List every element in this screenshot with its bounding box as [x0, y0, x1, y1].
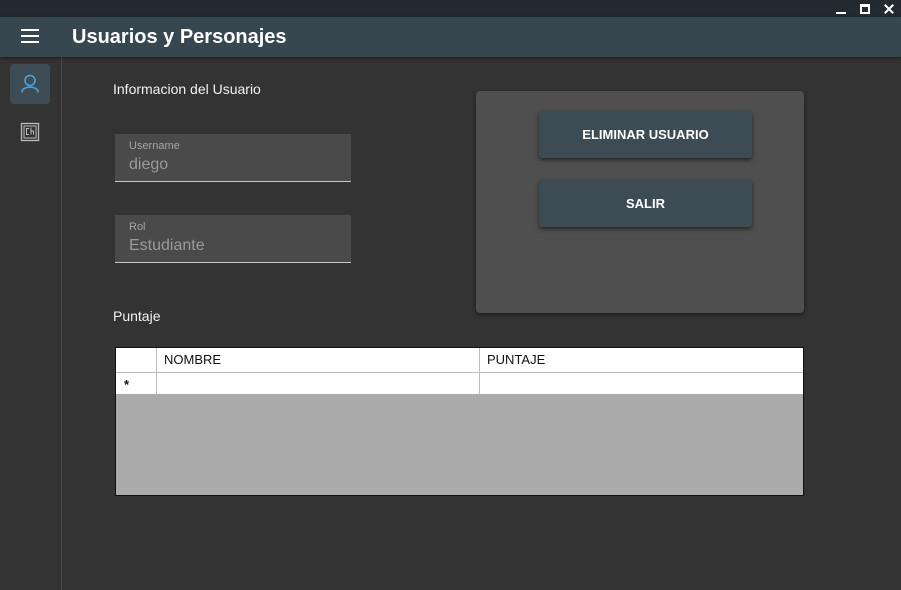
window-controls: [835, 0, 895, 17]
sidebar-item-personajes[interactable]: [10, 112, 50, 152]
window-titlebar: [0, 0, 901, 17]
characters-icon: [20, 122, 40, 142]
maximize-icon[interactable]: [859, 3, 871, 15]
row-header[interactable]: *: [116, 373, 157, 394]
sidebar: [0, 57, 62, 590]
username-value: diego: [129, 156, 169, 173]
row-header-corner: [116, 348, 157, 372]
close-icon[interactable]: [883, 3, 895, 15]
app-bar: Usuarios y Personajes: [0, 17, 901, 57]
exit-button[interactable]: SALIR: [539, 180, 752, 227]
nombre-cell[interactable]: [157, 373, 480, 394]
rol-label: Rol: [129, 221, 146, 233]
delete-user-button[interactable]: ELIMINAR USUARIO: [539, 111, 752, 158]
column-header-puntaje[interactable]: PUNTAJE: [480, 348, 803, 372]
sidebar-item-usuarios[interactable]: [10, 64, 50, 104]
hamburger-icon[interactable]: [21, 29, 39, 44]
new-row-marker: *: [124, 377, 130, 392]
column-header-nombre[interactable]: NOMBRE: [157, 348, 480, 372]
page-title: Usuarios y Personajes: [72, 26, 287, 48]
table-header: NOMBRE PUNTAJE: [116, 348, 803, 373]
new-row[interactable]: *: [116, 373, 803, 394]
rol-field[interactable]: Rol Estudiante: [115, 215, 351, 263]
puntaje-cell[interactable]: [480, 373, 803, 394]
minimize-icon[interactable]: [835, 3, 847, 15]
scores-table[interactable]: NOMBRE PUNTAJE *: [115, 347, 804, 496]
username-label: Username: [129, 140, 180, 152]
user-icon: [21, 74, 39, 93]
username-field[interactable]: Username diego: [115, 134, 351, 182]
user-info-heading: Informacion del Usuario: [113, 81, 261, 97]
scores-heading: Puntaje: [113, 308, 161, 324]
rol-value: Estudiante: [129, 237, 205, 254]
